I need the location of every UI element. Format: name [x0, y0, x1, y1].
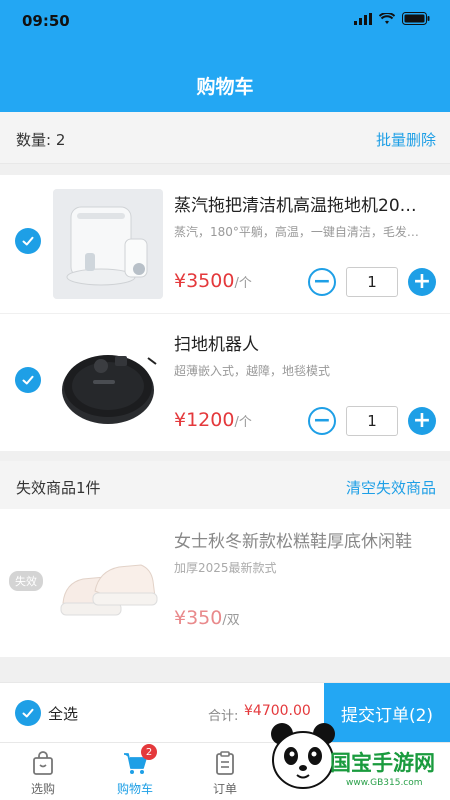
product-desc: 蒸汽，180°平躺，高温，一键自清洁，毛发…	[174, 225, 419, 239]
tab-label: 选购	[30, 782, 55, 796]
page-title: 购物车	[196, 76, 254, 98]
tab-shop[interactable]: 选购	[3, 749, 83, 797]
item-count: 数量: 2	[16, 131, 66, 149]
clear-invalid-button[interactable]: 清空失效商品	[346, 477, 436, 498]
invalid-items-count: 失效商品1件	[16, 479, 101, 497]
decrease-button[interactable]: −	[308, 407, 336, 435]
product-title[interactable]: 蒸汽拖把清洁机高温拖地机20…	[174, 191, 436, 216]
app-header: 09:50 购物车	[0, 0, 450, 112]
price-unit: /双	[222, 613, 240, 628]
check-icon	[22, 236, 34, 246]
decrease-button[interactable]: −	[308, 268, 336, 296]
tab-label: 购物车	[116, 782, 153, 796]
product-image[interactable]	[53, 328, 163, 438]
signal-icon	[354, 12, 372, 25]
item-checkbox[interactable]	[15, 367, 41, 393]
cart-badge: 2	[141, 744, 157, 760]
steam-mop-image	[53, 189, 163, 299]
product-image[interactable]	[53, 533, 163, 643]
check-icon	[22, 708, 34, 718]
price-unit: /个	[234, 276, 252, 291]
product-title[interactable]: 女士秋冬新款松糕鞋厚底休闲鞋	[174, 527, 436, 552]
tab-orders[interactable]: 订单	[185, 749, 265, 797]
robot-vacuum-image	[53, 328, 163, 438]
quantity-input[interactable]: 1	[346, 406, 398, 436]
invalid-item: 失效 女士秋冬新款松糕鞋厚底休闲鞋 加厚2025最新款式 ¥350/双	[0, 509, 450, 657]
select-all-label[interactable]: 全选	[48, 703, 78, 724]
battery-icon	[402, 12, 430, 25]
cart-item: 蒸汽拖把清洁机高温拖地机20… 蒸汽，180°平躺，高温，一键自清洁，毛发… ¥…	[0, 175, 450, 313]
status-time: 09:50	[22, 12, 70, 30]
quantity-stepper: − 1 +	[308, 267, 436, 297]
product-price: ¥1200/个	[174, 409, 252, 431]
bag-icon	[29, 749, 57, 777]
cart-item: 扫地机器人 超薄嵌入式，越障，地毯模式 ¥1200/个 − 1 +	[0, 313, 450, 451]
tab-cart[interactable]: 2 购物车	[95, 744, 175, 797]
watermark-text: 国宝手游网	[330, 751, 435, 775]
invalid-badge: 失效	[9, 571, 43, 591]
quantity-stepper: − 1 +	[308, 406, 436, 436]
price-value: ¥350	[174, 607, 223, 629]
cart-count-bar: 数量: 2 批量删除	[0, 112, 450, 164]
product-title[interactable]: 扫地机器人	[174, 330, 436, 355]
watermark-url: www.GB315.com	[346, 778, 423, 788]
price-value: ¥3500	[174, 270, 235, 292]
clipboard-icon	[211, 749, 239, 777]
shoes-image	[53, 533, 163, 643]
increase-button[interactable]: +	[408, 268, 436, 296]
price-value: ¥1200	[174, 409, 235, 431]
panda-logo-icon	[271, 723, 335, 789]
quantity-input[interactable]: 1	[346, 267, 398, 297]
tab-label: 订单	[212, 782, 237, 796]
wifi-icon	[379, 12, 395, 24]
invalid-items-header: 失效商品1件 清空失效商品	[0, 461, 450, 509]
select-all-checkbox[interactable]	[15, 700, 41, 726]
item-checkbox[interactable]	[15, 228, 41, 254]
product-image[interactable]	[53, 189, 163, 299]
check-icon	[22, 375, 34, 385]
product-desc: 超薄嵌入式，越障，地毯模式	[174, 364, 331, 378]
cart-icon: 2	[121, 744, 157, 777]
status-icons	[354, 12, 430, 25]
site-watermark: 国宝手游网 www.GB315.com	[268, 714, 450, 800]
increase-button[interactable]: +	[408, 407, 436, 435]
total-label: 合计:	[208, 709, 239, 724]
batch-delete-button[interactable]: 批量删除	[376, 129, 436, 150]
price-unit: /个	[234, 415, 252, 430]
product-price: ¥350/双	[174, 607, 240, 629]
product-desc: 加厚2025最新款式	[174, 561, 277, 575]
product-price: ¥3500/个	[174, 270, 252, 292]
